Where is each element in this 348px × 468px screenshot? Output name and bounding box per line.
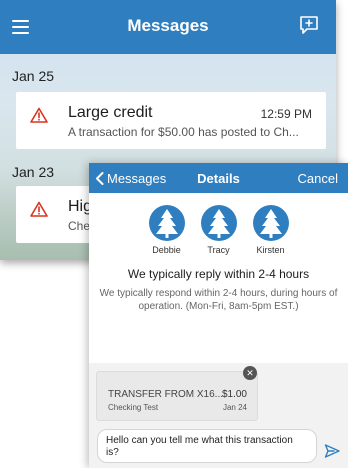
transaction-account: Checking Test xyxy=(108,403,159,412)
agent-list: Debbie Tracy Kirsten xyxy=(89,205,348,255)
message-item-large-credit[interactable]: Large credit 12:59 PM A transaction for … xyxy=(16,92,326,149)
agent-tracy: Tracy xyxy=(198,205,240,255)
reply-time-subtext: We typically respond within 2-4 hours, d… xyxy=(99,288,338,312)
transaction-name: TRANSFER FROM X16... xyxy=(108,389,224,400)
message-title: Large credit xyxy=(68,104,153,121)
new-message-icon[interactable] xyxy=(298,14,320,36)
avatar xyxy=(148,205,185,241)
details-sheet: Messages Details Cancel Debbie Tracy Kir… xyxy=(89,163,348,468)
pine-tree-icon xyxy=(207,209,230,238)
date-header: Jan 25 xyxy=(12,68,55,84)
agent-name: Debbie xyxy=(152,245,181,255)
date-header: Jan 23 xyxy=(12,164,55,180)
send-icon[interactable] xyxy=(324,443,340,459)
screen: Messages Jan 25 Large credit 12:59 PM A … xyxy=(0,0,348,468)
attached-transaction[interactable]: ✕ TRANSFER FROM X16... $1.00 Checking Te… xyxy=(96,366,258,421)
avatar xyxy=(252,205,289,241)
message-input[interactable]: Hello can you tell me what this transact… xyxy=(97,429,317,463)
close-icon[interactable]: ✕ xyxy=(243,366,257,380)
messages-header: Messages xyxy=(0,0,336,54)
warning-icon xyxy=(30,201,48,217)
avatar xyxy=(200,205,237,241)
cancel-button[interactable]: Cancel xyxy=(298,171,338,186)
agent-debbie: Debbie xyxy=(146,205,188,255)
agent-name: Tracy xyxy=(207,245,230,255)
message-time: 12:59 PM xyxy=(260,107,312,121)
agent-name: Kirsten xyxy=(256,245,285,255)
messages-title: Messages xyxy=(127,16,209,35)
pine-tree-icon xyxy=(259,209,282,238)
message-preview: A transaction for $50.00 has posted to C… xyxy=(68,125,299,139)
transaction-date: Jan 24 xyxy=(222,403,247,412)
details-header: Messages Details Cancel xyxy=(89,163,348,193)
reply-time-heading: We typically reply within 2-4 hours xyxy=(127,267,310,281)
agent-kirsten: Kirsten xyxy=(250,205,292,255)
warning-icon xyxy=(30,107,48,123)
transaction-amount: $1.00 xyxy=(221,389,247,400)
pine-tree-icon xyxy=(155,209,178,238)
